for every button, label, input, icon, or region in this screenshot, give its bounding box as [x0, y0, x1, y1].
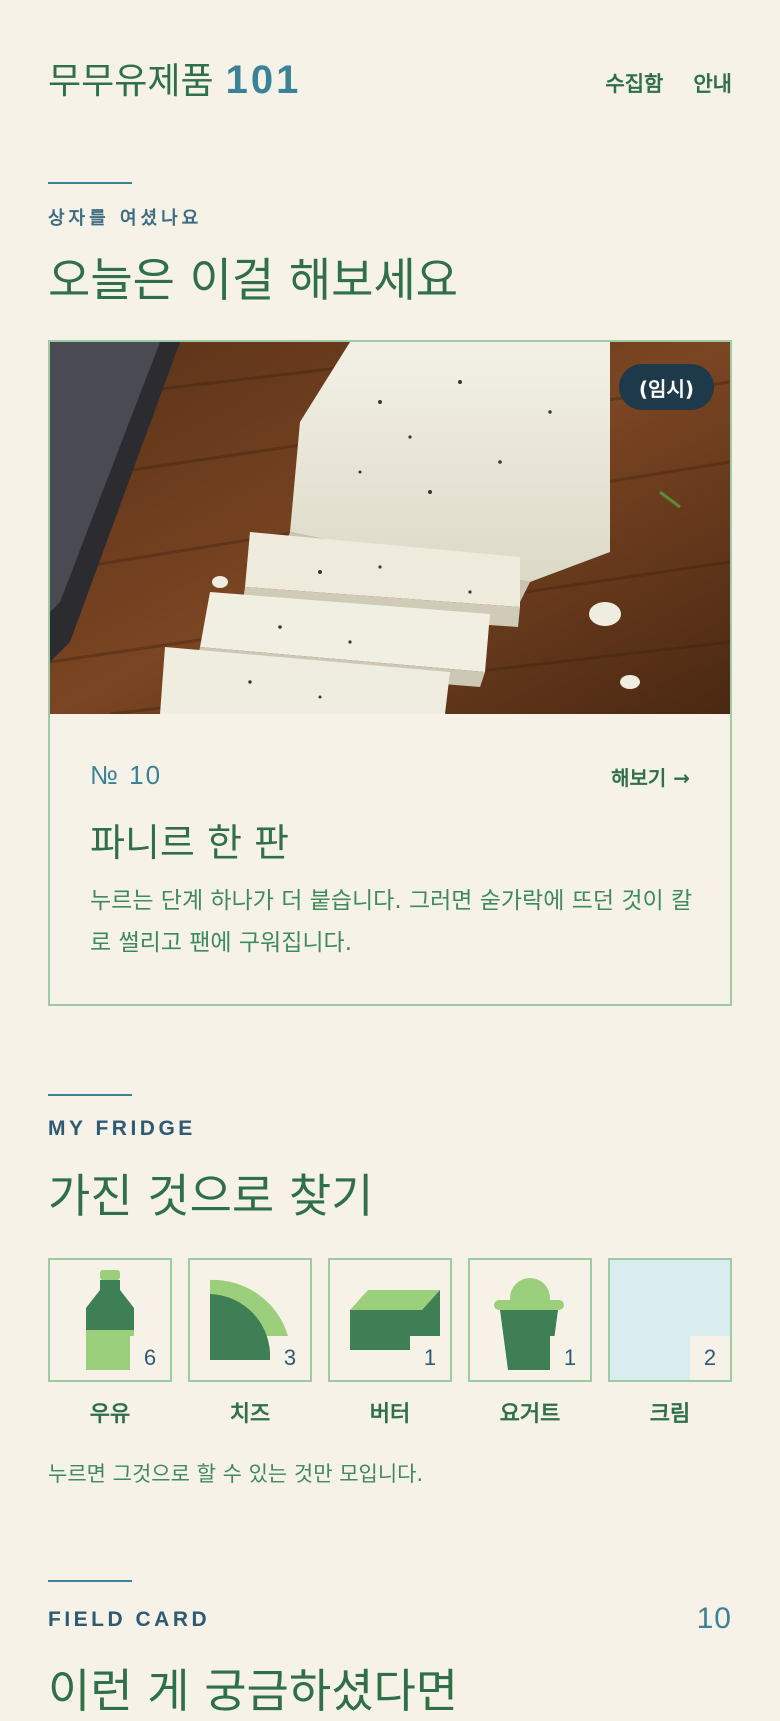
item-count: 1 — [410, 1336, 450, 1380]
item-count: 6 — [130, 1336, 170, 1380]
today-heading: 오늘은 이걸 해보세요 — [48, 253, 459, 307]
temporary-badge: (임시) — [618, 364, 714, 410]
section-rule — [48, 1580, 132, 1582]
section-rule — [48, 1094, 132, 1096]
nav-guide[interactable]: 안내 — [693, 68, 732, 98]
fridge-item-cream[interactable]: 2 크림 — [608, 1258, 732, 1428]
field-card-count: 10 — [696, 1602, 732, 1635]
fridge-kicker: MY FRIDGE — [48, 1117, 196, 1140]
recipe-title: 파니르 한 판 — [90, 821, 289, 865]
item-count: 1 — [550, 1336, 590, 1380]
site-header: 무무유제품 101 수집함 안내 — [48, 52, 732, 108]
brand-number: 101 — [225, 58, 302, 102]
paneer-photo: (임시) — [50, 342, 730, 714]
item-count: 2 — [690, 1336, 730, 1380]
section-rule — [48, 182, 132, 184]
fridge-filter-row: 6 우유 3 치즈 1 버터 1 요거트 2 크림 — [48, 1258, 732, 1428]
fridge-item-yogurt[interactable]: 1 요거트 — [468, 1258, 592, 1428]
fridge-item-label: 우유 — [89, 1402, 131, 1427]
top-nav: 수집함 안내 — [605, 68, 732, 98]
fridge-tile[interactable]: 6 — [48, 1258, 172, 1382]
today-kicker: 상자를 여셨나요 — [48, 208, 203, 229]
fridge-item-cheese[interactable]: 3 치즈 — [188, 1258, 312, 1428]
recipe-number: № 10 — [90, 760, 163, 790]
field-card-kicker: FIELD CARD — [48, 1608, 211, 1631]
fridge-tile[interactable]: 2 — [608, 1258, 732, 1382]
brand-logo[interactable]: 무무유제품 101 — [48, 52, 301, 104]
try-it-link[interactable]: 해보기 → — [611, 762, 690, 791]
field-card-heading: 이런 게 궁금하셨다면 — [48, 1664, 459, 1718]
featured-recipe-card[interactable]: (임시) № 10 해보기 → 파니르 한 판 누르는 단계 하나가 더 붙습니… — [48, 340, 732, 1006]
fridge-hint: 누르면 그것으로 할 수 있는 것만 모입니다. — [48, 1462, 424, 1486]
recipe-description: 누르는 단계 하나가 더 붙습니다. 그러면 숟가락에 뜨던 것이 칼로 썰리고… — [90, 888, 693, 956]
fridge-item-butter[interactable]: 1 버터 — [328, 1258, 452, 1428]
brand-name: 무무유제품 — [48, 61, 214, 102]
item-count: 3 — [270, 1336, 310, 1380]
fridge-item-label: 버터 — [369, 1402, 411, 1427]
fridge-item-milk[interactable]: 6 우유 — [48, 1258, 172, 1428]
fridge-tile[interactable]: 1 — [468, 1258, 592, 1382]
nav-collection[interactable]: 수집함 — [605, 68, 663, 98]
fridge-item-label: 요거트 — [499, 1402, 561, 1427]
fridge-tile[interactable]: 3 — [188, 1258, 312, 1382]
fridge-heading: 가진 것으로 찾기 — [48, 1169, 374, 1223]
fridge-tile[interactable]: 1 — [328, 1258, 452, 1382]
fridge-item-label: 크림 — [649, 1402, 691, 1427]
fridge-item-label: 치즈 — [229, 1402, 271, 1427]
